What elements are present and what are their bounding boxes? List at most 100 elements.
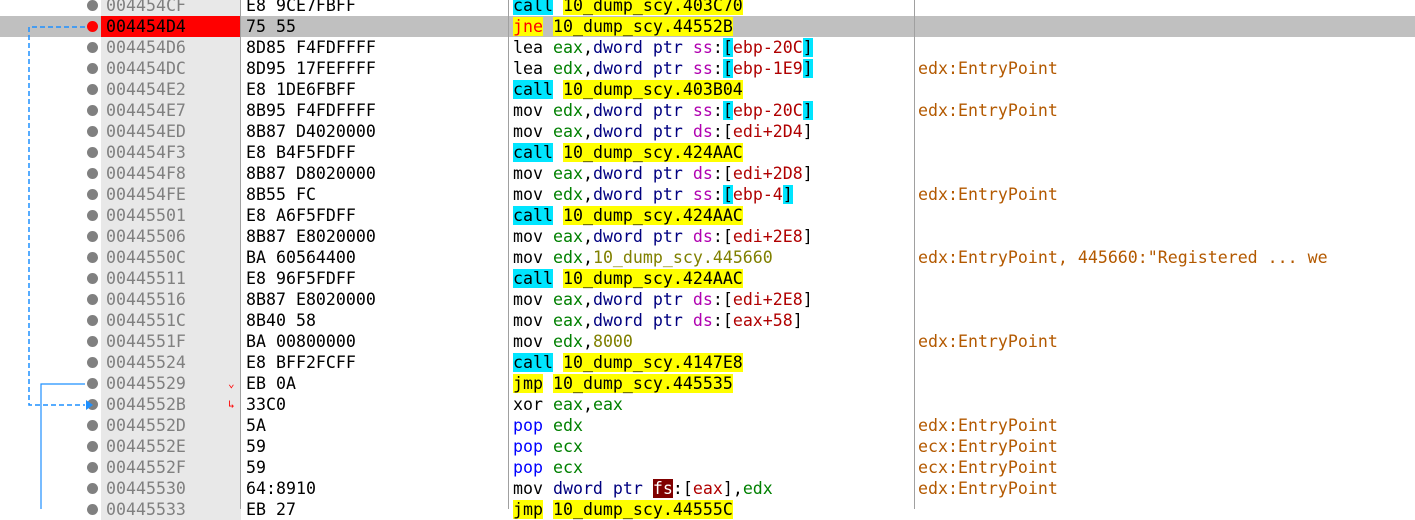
- instruction-cell[interactable]: pop ecx: [513, 457, 583, 478]
- address-cell[interactable]: 004454CF: [101, 0, 241, 16]
- bytes-cell[interactable]: 8B55 FC: [246, 184, 316, 205]
- instruction-row[interactable]: 0044551F BA 00800000 mov edx,8000 edx:Entry…: [0, 331, 1415, 352]
- instruction-row[interactable]: 004454ED 8B87 D4020000 mov eax,dword ptr d…: [0, 121, 1415, 142]
- address-cell[interactable]: 0044552B: [101, 394, 241, 415]
- bytes-cell[interactable]: 8D95 17FEFFFF: [246, 58, 376, 79]
- disassembly-view[interactable]: 004454CF E8 9CE7FBFF call 10_dump_scy.403C…: [0, 0, 1415, 520]
- address-cell[interactable]: 00445533: [101, 499, 241, 520]
- instruction-row[interactable]: 00445529 ⌄ EB 0A jmp 10_dump_scy.445535: [0, 373, 1415, 394]
- breakpoint-dot-icon[interactable]: [87, 399, 98, 410]
- instruction-cell[interactable]: pop edx: [513, 415, 583, 436]
- instruction-cell[interactable]: call 10_dump_scy.424AAC: [513, 268, 743, 289]
- breakpoint-dot-icon[interactable]: [87, 147, 98, 158]
- instruction-cell[interactable]: mov eax,dword ptr ds:[edi+2E8]: [513, 289, 813, 310]
- breakpoint-dot-icon[interactable]: [87, 189, 98, 200]
- address-cell[interactable]: 00445506: [101, 226, 241, 247]
- address-cell[interactable]: 004454DC: [101, 58, 241, 79]
- instruction-cell[interactable]: mov edx,8000: [513, 331, 633, 352]
- instruction-cell[interactable]: mov edx,dword ptr ss:[ebp-20C]: [513, 100, 813, 121]
- address-cell[interactable]: 00445511: [101, 268, 241, 289]
- instruction-row[interactable]: 0044551C 8B40 58 mov eax,dword ptr ds:[eax…: [0, 310, 1415, 331]
- breakpoint-dot-icon[interactable]: [87, 504, 98, 515]
- comment-cell[interactable]: edx:EntryPoint: [918, 478, 1058, 499]
- bytes-cell[interactable]: 8B87 D8020000: [246, 163, 376, 184]
- bytes-cell[interactable]: 64:8910: [246, 478, 316, 499]
- breakpoint-dot-icon[interactable]: [87, 462, 98, 473]
- current-instruction-row[interactable]: 004454D4 ⌄ 75 55 jne 10_dump_scy.44552B: [0, 16, 1415, 37]
- bytes-cell[interactable]: E8 B4F5FDFF: [246, 142, 356, 163]
- bytes-cell[interactable]: 8D85 F4FDFFFF: [246, 37, 376, 58]
- bytes-cell[interactable]: 33C0: [246, 394, 286, 415]
- instruction-row[interactable]: 004454F8 8B87 D8020000 mov eax,dword ptr d…: [0, 163, 1415, 184]
- instruction-cell[interactable]: call 10_dump_scy.4147E8: [513, 352, 743, 373]
- instruction-row[interactable]: 004454DC 8D95 17FEFFFF lea edx,dword ptr s…: [0, 58, 1415, 79]
- comment-cell[interactable]: ecx:EntryPoint: [918, 457, 1058, 478]
- breakpoint-dot-icon[interactable]: [87, 105, 98, 116]
- comment-cell[interactable]: edx:EntryPoint: [918, 415, 1058, 436]
- address-cell[interactable]: 0044551C: [101, 310, 241, 331]
- instruction-cell[interactable]: mov dword ptr fs:[eax],edx: [513, 478, 773, 499]
- comment-cell[interactable]: edx:EntryPoint: [918, 58, 1058, 79]
- instruction-cell[interactable]: mov edx,10_dump_scy.445660: [513, 247, 773, 268]
- address-cell[interactable]: 00445529: [101, 373, 241, 394]
- instruction-cell[interactable]: mov eax,dword ptr ds:[eax+58]: [513, 310, 803, 331]
- bytes-cell[interactable]: 5A: [246, 415, 266, 436]
- instruction-row[interactable]: 00445524 E8 BFF2FCFF call 10_dump_scy.4147…: [0, 352, 1415, 373]
- instruction-row[interactable]: 0044552E 59 pop ecx ecx:EntryPoint: [0, 436, 1415, 457]
- bytes-cell[interactable]: 59: [246, 457, 266, 478]
- breakpoint-dot-icon[interactable]: [87, 294, 98, 305]
- bytes-cell[interactable]: EB 0A: [246, 373, 296, 394]
- address-cell[interactable]: 00445516: [101, 289, 241, 310]
- bytes-cell[interactable]: E8 BFF2FCFF: [246, 352, 356, 373]
- breakpoint-dot-icon[interactable]: [87, 483, 98, 494]
- bytes-cell[interactable]: 75 55: [246, 16, 296, 37]
- address-cell[interactable]: 0044552F: [101, 457, 241, 478]
- address-cell[interactable]: 0044550C: [101, 247, 241, 268]
- instruction-cell[interactable]: call 10_dump_scy.424AAC: [513, 205, 743, 226]
- instruction-row[interactable]: 0044552D 5A pop edx edx:EntryPoint: [0, 415, 1415, 436]
- instruction-row[interactable]: 004454F3 E8 B4F5FDFF call 10_dump_scy.424A…: [0, 142, 1415, 163]
- instruction-row[interactable]: 00445501 E8 A6F5FDFF call 10_dump_scy.424A…: [0, 205, 1415, 226]
- instruction-row[interactable]: 00445533 EB 27 jmp 10_dump_scy.44555C: [0, 499, 1415, 520]
- instruction-row[interactable]: 00445506 8B87 E8020000 mov eax,dword ptr d…: [0, 226, 1415, 247]
- bytes-cell[interactable]: BA 00800000: [246, 331, 356, 352]
- address-cell[interactable]: 0044552D: [101, 415, 241, 436]
- address-cell[interactable]: 004454E7: [101, 100, 241, 121]
- instruction-cell[interactable]: lea eax,dword ptr ss:[ebp-20C]: [513, 37, 813, 58]
- instruction-cell[interactable]: call 10_dump_scy.403B04: [513, 79, 743, 100]
- comment-cell[interactable]: edx:EntryPoint: [918, 100, 1058, 121]
- breakpoint-dot-icon[interactable]: [87, 63, 98, 74]
- address-cell[interactable]: 004454ED: [101, 121, 241, 142]
- bytes-cell[interactable]: E8 1DE6FBFF: [246, 79, 356, 100]
- instruction-cell[interactable]: jmp 10_dump_scy.44555C: [513, 499, 733, 520]
- breakpoint-dot-icon[interactable]: [87, 420, 98, 431]
- instruction-cell[interactable]: lea edx,dword ptr ss:[ebp-1E9]: [513, 58, 813, 79]
- breakpoint-dot-icon[interactable]: [87, 210, 98, 221]
- comment-cell[interactable]: edx:EntryPoint: [918, 184, 1058, 205]
- instruction-cell[interactable]: mov eax,dword ptr ds:[edi+2D8]: [513, 163, 813, 184]
- address-cell[interactable]: 004454FE: [101, 184, 241, 205]
- bytes-cell[interactable]: E8 9CE7FBFF: [246, 0, 356, 16]
- instruction-cell[interactable]: mov edx,dword ptr ss:[ebp-4]: [513, 184, 793, 205]
- comment-cell[interactable]: ecx:EntryPoint: [918, 436, 1058, 457]
- instruction-row[interactable]: 004454FE 8B55 FC mov edx,dword ptr ss:[ebp…: [0, 184, 1415, 205]
- breakpoint-dot-icon[interactable]: [87, 126, 98, 137]
- bytes-cell[interactable]: 8B40 58: [246, 310, 316, 331]
- breakpoint-dot-icon[interactable]: [87, 273, 98, 284]
- bytes-cell[interactable]: E8 A6F5FDFF: [246, 205, 356, 226]
- comment-cell[interactable]: edx:EntryPoint: [918, 331, 1058, 352]
- breakpoint-dot-icon[interactable]: [87, 231, 98, 242]
- breakpoint-dot-icon[interactable]: [87, 168, 98, 179]
- instruction-row[interactable]: 004454E2 E8 1DE6FBFF call 10_dump_scy.403B…: [0, 79, 1415, 100]
- instruction-cell[interactable]: xor eax,eax: [513, 394, 623, 415]
- instruction-cell[interactable]: pop ecx: [513, 436, 583, 457]
- address-cell[interactable]: 00445524: [101, 352, 241, 373]
- bytes-cell[interactable]: 59: [246, 436, 266, 457]
- instruction-row[interactable]: 00445530 64:8910 mov dword ptr fs:[eax],ed…: [0, 478, 1415, 499]
- instruction-row[interactable]: 0044550C BA 60564400 mov edx,10_dump_scy.4…: [0, 247, 1415, 268]
- breakpoint-dot-icon[interactable]: [87, 0, 98, 11]
- breakpoint-dot-icon[interactable]: [87, 378, 98, 389]
- instruction-row[interactable]: 0044552B ↳ 33C0 xor eax,eax: [0, 394, 1415, 415]
- instruction-row[interactable]: 004454D6 8D85 F4FDFFFF lea eax,dword ptr s…: [0, 37, 1415, 58]
- breakpoint-dot-icon[interactable]: [87, 336, 98, 347]
